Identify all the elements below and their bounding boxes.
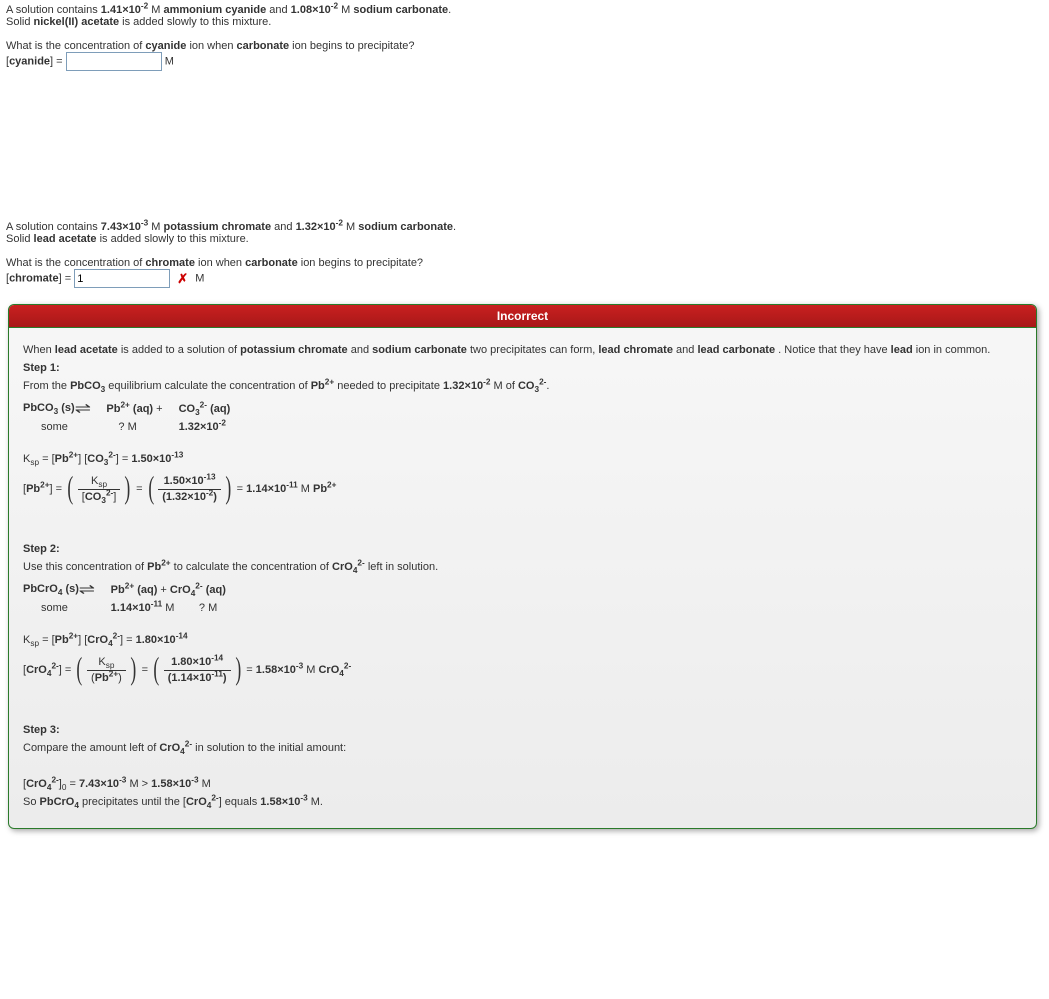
question-1: A solution contains 1.41×10-2 M ammonium… xyxy=(6,4,1043,71)
step1-ksp: Ksp = [Pb2+] [CO32-] = 1.50×10-13 xyxy=(23,453,1022,465)
q1-answer-input[interactable] xyxy=(66,52,162,71)
step1-calc: [Pb2+] = (Ksp[CO32-]) = (1.50×10-13(1.32… xyxy=(23,473,1022,505)
q2-line2: Solid lead acetate is added slowly to th… xyxy=(6,233,1043,245)
q1-answer-row: [cyanide] = M xyxy=(6,52,1043,71)
q2-line1: A solution contains 7.43×10-3 M potassiu… xyxy=(6,221,1043,233)
step1-title: Step 1: xyxy=(23,362,1022,374)
fb-intro: When lead acetate is added to a solution… xyxy=(23,344,1022,356)
equilibrium-arrow-icon: ⇌ xyxy=(74,400,90,417)
step3-title: Step 3: xyxy=(23,724,1022,736)
q2-unit: M xyxy=(195,272,204,284)
step3-conclusion: So PbCrO4 precipitates until the [CrO42-… xyxy=(23,796,1022,808)
step1-text: From the PbCO3 equilibrium calculate the… xyxy=(23,380,1022,392)
q1-unit: M xyxy=(165,55,174,67)
question-2: A solution contains 7.43×10-3 M potassiu… xyxy=(6,221,1043,288)
step2-equation: PbCrO4 (s)⇌ Pb2+ (aq) + CrO42- (aq) some… xyxy=(23,579,258,616)
q2-prompt: What is the concentration of chromate io… xyxy=(6,257,1043,269)
step3-compare: [CrO42-]0 = 7.43×10-3 M > 1.58×10-3 M xyxy=(23,778,1022,790)
q1-line2: Solid nickel(II) acetate is added slowly… xyxy=(6,16,1043,28)
step2-calc: [CrO42-] = (Ksp(Pb2+)) = (1.80×10-14(1.1… xyxy=(23,654,1022,686)
incorrect-icon: ✗ xyxy=(173,271,192,286)
step2-text: Use this concentration of Pb2+ to calcul… xyxy=(23,561,1022,573)
step1-equation: PbCO3 (s)⇌ Pb2+ (aq) + CO32- (aq) some ?… xyxy=(23,398,246,435)
step3-text: Compare the amount left of CrO42- in sol… xyxy=(23,742,1022,754)
q1-prompt: What is the concentration of cyanide ion… xyxy=(6,40,1043,52)
step2-ksp: Ksp = [Pb2+] [CrO42-] = 1.80×10-14 xyxy=(23,634,1022,646)
step2-title: Step 2: xyxy=(23,543,1022,555)
q2-answer-input[interactable] xyxy=(74,269,170,288)
q2-answer-row: [chromate] = ✗ M xyxy=(6,269,1043,288)
q1-line1: A solution contains 1.41×10-2 M ammonium… xyxy=(6,4,1043,16)
feedback-panel: Incorrect When lead acetate is added to … xyxy=(8,304,1037,829)
feedback-body: When lead acetate is added to a solution… xyxy=(9,328,1036,828)
feedback-header: Incorrect xyxy=(9,305,1036,328)
equilibrium-arrow-icon: ⇌ xyxy=(79,581,95,598)
